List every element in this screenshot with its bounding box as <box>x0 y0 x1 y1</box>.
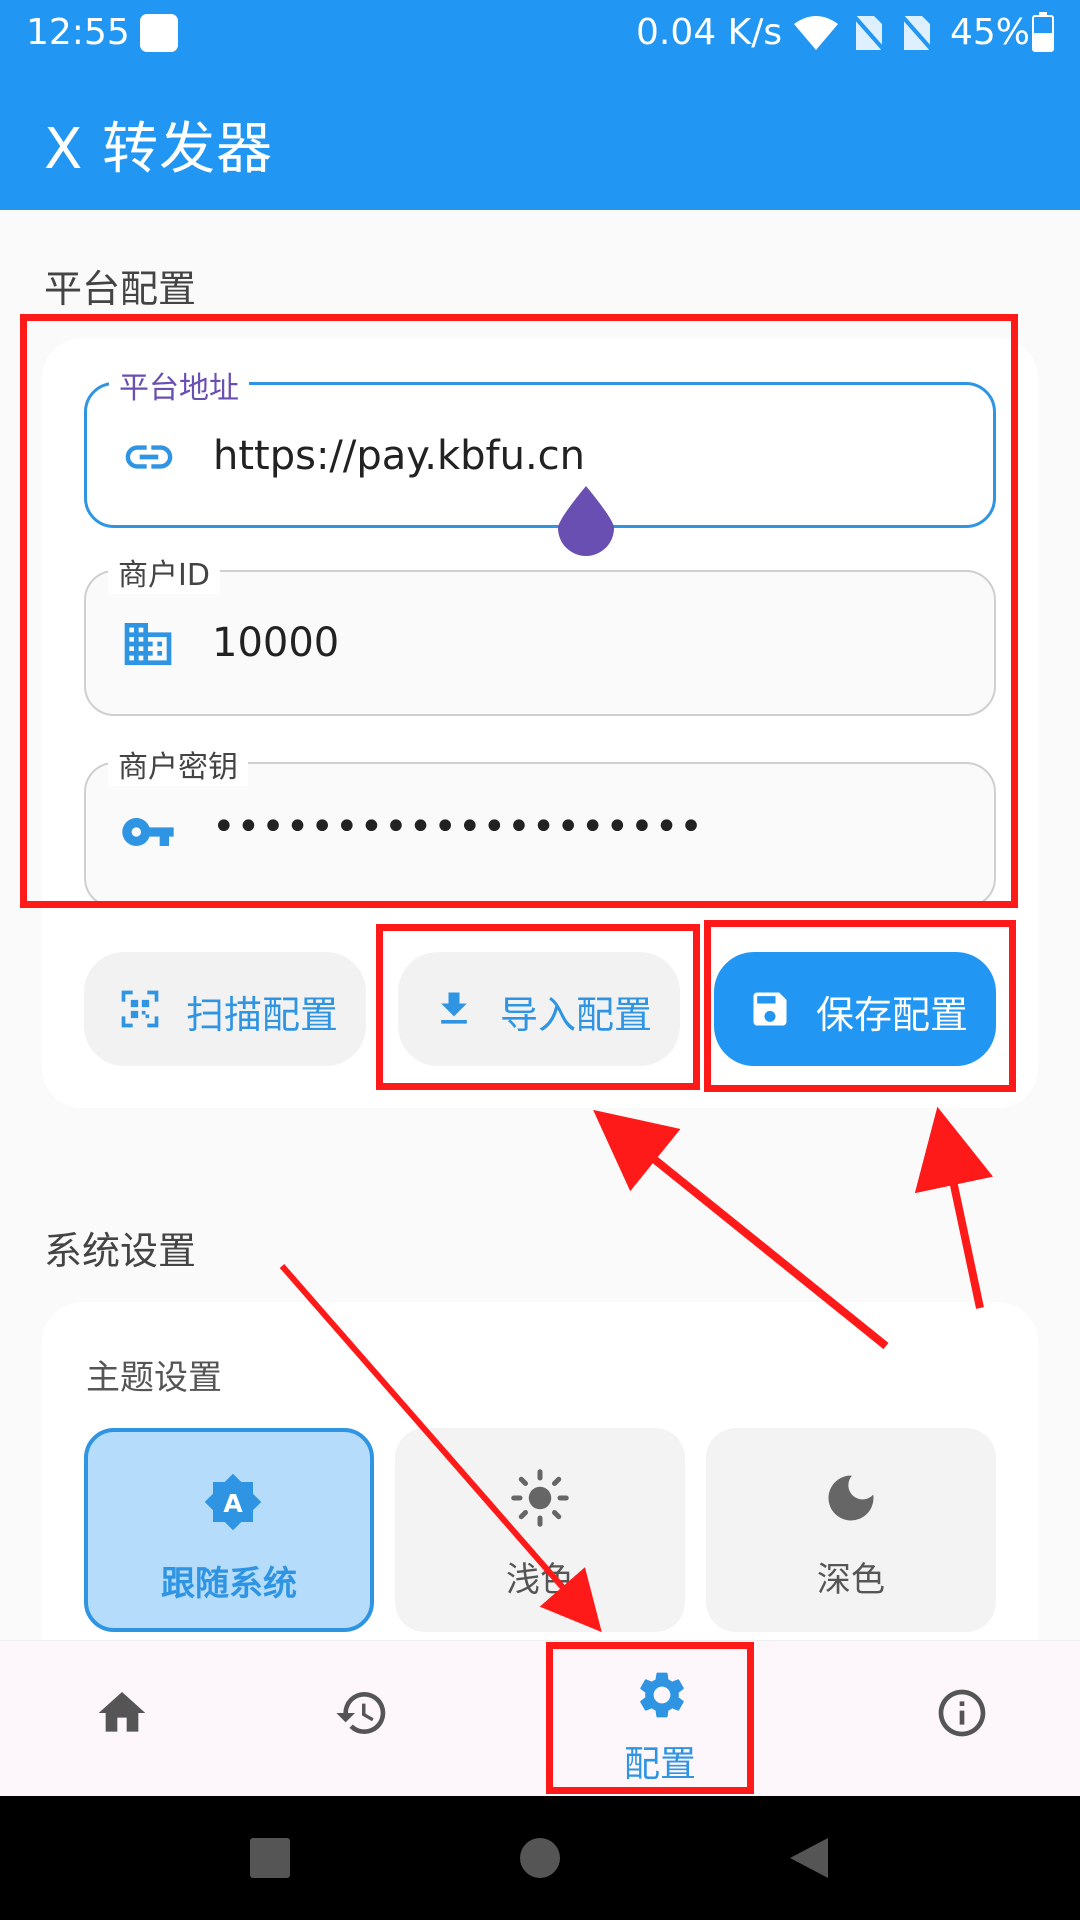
system-navigation-bar <box>0 1796 1080 1920</box>
auto-theme-icon: A <box>204 1473 262 1531</box>
annotation-box-save <box>704 920 1016 1092</box>
theme-option-light-label: 浅色 <box>506 1560 574 1600</box>
theme-option-system[interactable]: A 跟随系统 <box>84 1428 374 1632</box>
theme-settings-title: 主题设置 <box>86 1358 222 1398</box>
annotation-box-fields <box>20 314 1018 908</box>
theme-option-dark-label: 深色 <box>817 1560 885 1600</box>
back-button[interactable] <box>786 1836 830 1880</box>
theme-option-dark[interactable]: 深色 <box>706 1428 996 1632</box>
bottom-navigation: 配置 <box>0 1640 1080 1797</box>
app-title: X 转发器 <box>44 117 274 182</box>
status-bar: 12:55 0.04 K/s 45% <box>0 0 1080 66</box>
theme-option-system-label: 跟随系统 <box>161 1564 297 1604</box>
wifi-icon <box>794 16 838 50</box>
annotation-box-config-tab <box>546 1642 754 1794</box>
notification-icon <box>140 14 178 52</box>
platform-section-title: 平台配置 <box>44 267 197 311</box>
app-bar: X 转发器 <box>0 66 1080 210</box>
qr-scan-icon <box>121 990 159 1028</box>
scan-config-button[interactable]: 扫描配置 <box>84 952 366 1066</box>
system-section-title: 系统设置 <box>44 1229 197 1273</box>
nav-home[interactable] <box>0 1641 240 1797</box>
info-icon <box>938 1689 986 1737</box>
recents-button[interactable] <box>250 1838 290 1878</box>
scan-config-label: 扫描配置 <box>186 993 339 1037</box>
sun-icon <box>511 1469 569 1527</box>
nav-history[interactable] <box>240 1641 480 1797</box>
nav-info[interactable] <box>840 1641 1080 1797</box>
history-icon <box>336 1692 386 1734</box>
home-button[interactable] <box>520 1838 560 1878</box>
theme-option-light[interactable]: 浅色 <box>395 1428 685 1632</box>
svg-text:A: A <box>223 1489 243 1518</box>
no-sim-icon-2 <box>900 14 934 52</box>
battery-percent: 45% <box>950 12 1031 53</box>
annotation-box-import <box>376 924 700 1090</box>
moon-icon <box>828 1475 874 1521</box>
home-icon <box>98 1692 146 1732</box>
network-speed: 0.04 K/s <box>636 12 783 53</box>
status-time: 12:55 <box>26 12 130 53</box>
battery-icon <box>1032 12 1054 52</box>
no-sim-icon <box>852 14 886 52</box>
